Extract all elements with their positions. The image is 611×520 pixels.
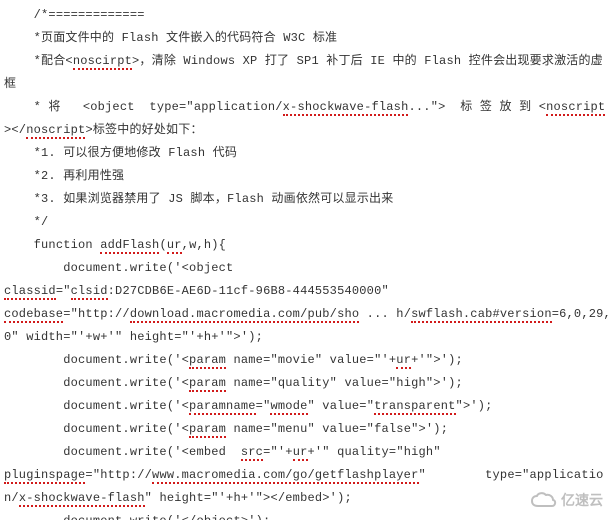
spellcheck-underline: clsid bbox=[71, 284, 108, 300]
watermark-text: 亿速云 bbox=[561, 489, 603, 512]
code-line: *1. 可以很方便地修改 Flash 代码 bbox=[4, 142, 611, 165]
code-line: document.write('</object>'); bbox=[4, 510, 611, 520]
code-line: document.write('<param name="quality" va… bbox=[4, 372, 611, 395]
code-line: document.write('<object bbox=[4, 257, 611, 280]
code-line: /*============= bbox=[4, 4, 611, 27]
spellcheck-underline: swflash.cab#version bbox=[411, 307, 552, 323]
spellcheck-underline: src bbox=[241, 445, 263, 461]
code-line: *页面文件中的 Flash 文件嵌入的代码符合 W3C 标准 bbox=[4, 27, 611, 50]
spellcheck-underline: noscript bbox=[26, 123, 85, 139]
spellcheck-underline: x-shockwave-flash bbox=[283, 100, 409, 116]
spellcheck-underline: wmode bbox=[270, 399, 307, 415]
spellcheck-underline: classid bbox=[4, 284, 56, 300]
code-block: /*============= *页面文件中的 Flash 文件嵌入的代码符合 … bbox=[4, 4, 611, 520]
spellcheck-underline: param bbox=[189, 353, 226, 369]
spellcheck-underline: addFlash bbox=[100, 238, 159, 254]
spellcheck-underline: param bbox=[189, 376, 226, 392]
code-line: *配合<noscirpt>，清除 Windows XP 打了 SP1 补丁后 I… bbox=[4, 50, 611, 96]
spellcheck-underline: ur bbox=[396, 353, 411, 369]
cloud-icon bbox=[531, 492, 557, 510]
spellcheck-underline: download.macromedia.com/pub/sho bbox=[130, 307, 359, 323]
code-line: */ bbox=[4, 211, 611, 234]
code-line: document.write('<param name="movie" valu… bbox=[4, 349, 611, 372]
spellcheck-underline: noscript bbox=[546, 100, 605, 116]
code-line: *2. 再利用性强 bbox=[4, 165, 611, 188]
spellcheck-underline: paramname bbox=[189, 399, 256, 415]
code-line: document.write('<param name="menu" value… bbox=[4, 418, 611, 441]
spellcheck-underline: ur bbox=[167, 238, 182, 254]
code-line: codebase="http://download.macromedia.com… bbox=[4, 303, 611, 349]
code-line: pluginspage="http://www.macromedia.com/g… bbox=[4, 464, 611, 510]
spellcheck-underline: www.macromedia.com/go/getflashplayer bbox=[152, 468, 418, 484]
spellcheck-underline: pluginspage bbox=[4, 468, 85, 484]
code-line: classid="clsid:D27CDB6E-AE6D-11cf-96B8-4… bbox=[4, 280, 611, 303]
code-line: function addFlash(ur,w,h){ bbox=[4, 234, 611, 257]
watermark-logo: 亿速云 bbox=[531, 489, 603, 512]
code-line: *3. 如果浏览器禁用了 JS 脚本，Flash 动画依然可以显示出来 bbox=[4, 188, 611, 211]
code-line: * 将 <object type="application/x-shockwav… bbox=[4, 96, 611, 142]
spellcheck-underline: ur bbox=[293, 445, 308, 461]
code-line: document.write('<embed src="'+ur+'" qual… bbox=[4, 441, 611, 464]
spellcheck-underline: transparent bbox=[374, 399, 455, 415]
spellcheck-underline: x-shockwave-flash bbox=[19, 491, 145, 507]
spellcheck-underline: noscirpt bbox=[73, 54, 132, 70]
code-line: document.write('<paramname="wmode" value… bbox=[4, 395, 611, 418]
spellcheck-underline: codebase bbox=[4, 307, 63, 323]
spellcheck-underline: param bbox=[189, 422, 226, 438]
